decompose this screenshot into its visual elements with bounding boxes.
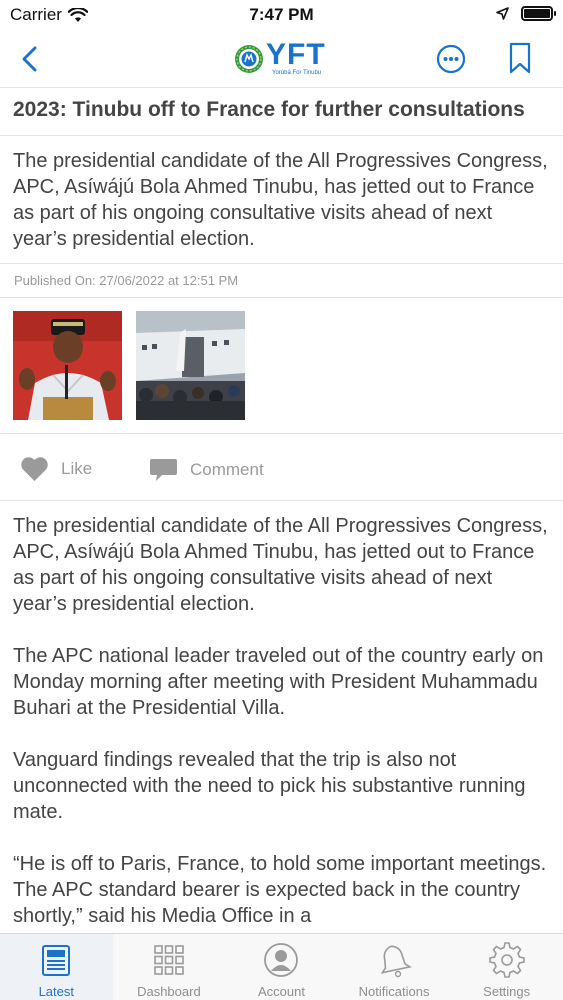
tab-account[interactable]: Account <box>225 934 338 1000</box>
body-paragraph: The presidential candidate of the All Pr… <box>13 515 548 615</box>
speaker-photo <box>13 311 122 420</box>
tab-settings[interactable]: Settings <box>450 934 563 1000</box>
like-label: Like <box>61 459 93 478</box>
bookmark-button[interactable] <box>506 40 534 76</box>
status-right <box>496 6 556 21</box>
person-icon <box>263 942 299 978</box>
article-body: The presidential candidate of the All Pr… <box>0 501 563 933</box>
image-gallery <box>0 298 563 434</box>
tab-label: Account <box>257 984 305 999</box>
airplane-photo <box>136 311 245 420</box>
app-logo: YFT Yorùbá For Tinubu <box>234 38 326 80</box>
logo-text: YFT <box>266 38 326 71</box>
comment-label: Comment <box>190 459 264 479</box>
tab-latest[interactable]: Latest <box>0 934 113 1000</box>
navigation-bar: YFT Yorùbá For Tinubu <box>0 30 563 88</box>
clock: 7:47 PM <box>249 5 314 24</box>
status-bar: Carrier 7:47 PM <box>0 0 563 30</box>
more-options-button[interactable] <box>434 42 468 76</box>
gear-icon <box>488 942 525 978</box>
tab-notifications[interactable]: Notifications <box>338 934 451 1000</box>
tab-label: Latest <box>38 984 74 999</box>
tab-label: Settings <box>483 984 531 999</box>
bell-icon <box>376 942 412 978</box>
chevron-left-icon <box>22 46 37 72</box>
tab-label: Dashboard <box>137 984 201 999</box>
tab-dashboard[interactable]: Dashboard <box>113 934 226 1000</box>
article-title: 2023: Tinubu off to France for further c… <box>0 88 563 136</box>
body-paragraph: Vanguard findings revealed that the trip… <box>13 749 526 823</box>
emblem-icon <box>235 45 263 73</box>
bookmark-icon <box>509 42 531 74</box>
article-summary: The presidential candidate of the All Pr… <box>0 136 563 264</box>
newspaper-icon <box>38 942 74 978</box>
ellipsis-circle-icon <box>436 44 466 74</box>
back-button[interactable] <box>14 42 44 76</box>
tab-label: Notifications <box>358 984 430 999</box>
tab-bar: Latest Dashboard Account Notifications S… <box>0 933 563 1000</box>
location-icon <box>496 7 509 20</box>
logo-tagline: Yorùbá For Tinubu <box>272 70 322 76</box>
article-image-1[interactable] <box>13 311 122 420</box>
article-image-2[interactable] <box>136 311 245 420</box>
published-date: Published On: 27/06/2022 at 12:51 PM <box>0 264 563 298</box>
heart-icon <box>21 457 48 481</box>
body-paragraph: The APC national leader traveled out of … <box>13 645 544 719</box>
like-button[interactable]: Like <box>20 456 92 482</box>
speech-bubble-icon <box>150 459 177 481</box>
action-bar: Like Comment <box>0 434 563 501</box>
grid-icon <box>151 942 187 978</box>
body-paragraph: “He is off to Paris, France, to hold som… <box>13 853 547 927</box>
battery-icon <box>521 6 556 21</box>
comment-button[interactable]: Comment <box>149 456 264 483</box>
